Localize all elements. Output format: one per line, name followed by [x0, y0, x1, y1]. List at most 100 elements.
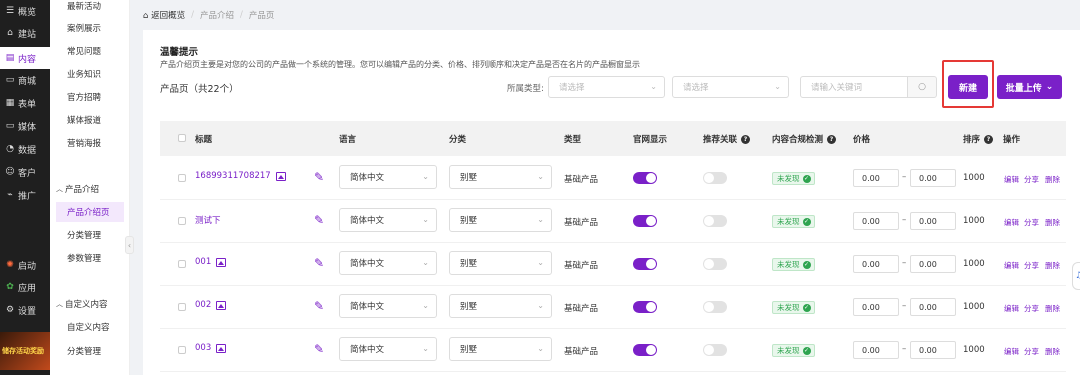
- submenu-item[interactable]: 最新活动: [50, 0, 130, 16]
- floating-support-tab[interactable]: ♫: [1072, 262, 1080, 290]
- submenu-item[interactable]: 常见问题: [50, 41, 130, 61]
- submenu-item[interactable]: 分类管理: [50, 341, 130, 361]
- row-title[interactable]: 003: [195, 343, 227, 353]
- language-select[interactable]: 简体中文 ⌄: [339, 165, 437, 189]
- share-link[interactable]: 分享: [1024, 260, 1039, 271]
- share-link[interactable]: 分享: [1024, 174, 1039, 185]
- row-title[interactable]: 16899311708217: [195, 171, 286, 181]
- recommend-toggle[interactable]: [703, 344, 727, 356]
- row-checkbox[interactable]: [178, 303, 186, 311]
- edit-link[interactable]: 编辑: [1004, 346, 1019, 357]
- category-select[interactable]: 别墅 ⌄: [449, 165, 552, 189]
- type-select-2[interactable]: 请选择 ⌄: [672, 76, 789, 98]
- price-min-input[interactable]: 0.00: [853, 169, 899, 187]
- delete-link[interactable]: 删除: [1045, 260, 1060, 271]
- language-select[interactable]: 简体中文 ⌄: [339, 208, 437, 232]
- promo-banner[interactable]: 储存活动奖励: [0, 332, 50, 370]
- rail-item-apps[interactable]: ✿ 应用: [0, 276, 50, 298]
- submenu-item[interactable]: 案例展示: [50, 18, 130, 38]
- recommend-toggle[interactable]: [703, 301, 727, 313]
- delete-link[interactable]: 删除: [1045, 346, 1060, 357]
- category-select[interactable]: 别墅 ⌄: [449, 208, 552, 232]
- show-toggle[interactable]: [633, 215, 657, 227]
- rail-item-form[interactable]: ▦ 表单: [0, 92, 50, 114]
- image-icon[interactable]: [216, 300, 227, 310]
- show-toggle[interactable]: [633, 301, 657, 313]
- submenu-item[interactable]: 营销海报: [50, 133, 130, 153]
- row-checkbox[interactable]: [178, 217, 186, 225]
- row-title[interactable]: 001: [195, 257, 227, 267]
- rail-item-overview[interactable]: ☰ 概览: [0, 0, 50, 22]
- share-link[interactable]: 分享: [1024, 303, 1039, 314]
- price-max-input[interactable]: 0.00: [910, 169, 956, 187]
- edit-link[interactable]: 编辑: [1004, 217, 1019, 228]
- edit-pencil-icon[interactable]: ✎: [314, 299, 324, 313]
- search-input[interactable]: 请输入关键词: [800, 76, 908, 98]
- rail-item-launch[interactable]: ✺ 启动: [0, 254, 50, 276]
- rail-item-settings[interactable]: ⚙ 设置: [0, 299, 50, 321]
- edit-pencil-icon[interactable]: ✎: [314, 170, 324, 184]
- help-icon[interactable]: ?: [984, 135, 994, 144]
- delete-link[interactable]: 删除: [1045, 217, 1060, 228]
- row-title[interactable]: 测试下: [195, 214, 221, 226]
- price-max-input[interactable]: 0.00: [910, 341, 956, 359]
- rail-item-promote[interactable]: ⌁ 推广: [0, 184, 50, 206]
- price-max-input[interactable]: 0.00: [910, 255, 956, 273]
- price-min-input[interactable]: 0.00: [853, 298, 899, 316]
- breadcrumb-product-intro[interactable]: 产品介绍: [200, 9, 234, 21]
- rail-item-store[interactable]: ▭ 商城: [0, 69, 50, 91]
- show-toggle[interactable]: [633, 344, 657, 356]
- submenu-group-custom[interactable]: ︿ 自定义内容: [50, 294, 130, 314]
- edit-pencil-icon[interactable]: ✎: [314, 213, 324, 227]
- help-icon[interactable]: ?: [827, 135, 837, 144]
- type-select-1[interactable]: 请选择 ⌄: [548, 76, 665, 98]
- submenu-item[interactable]: 分类管理: [50, 225, 130, 245]
- back-overview-link[interactable]: ⌂ 返回概览: [143, 9, 185, 21]
- rail-item-site[interactable]: ⌂ 建站: [0, 22, 50, 44]
- image-icon[interactable]: [216, 257, 227, 267]
- submenu-item[interactable]: 媒体报道: [50, 110, 130, 130]
- submenu-item[interactable]: 自定义内容: [50, 317, 130, 337]
- category-select[interactable]: 别墅 ⌄: [449, 251, 552, 275]
- language-select[interactable]: 简体中文 ⌄: [339, 294, 437, 318]
- image-icon[interactable]: [275, 171, 286, 181]
- image-icon[interactable]: [216, 343, 227, 353]
- delete-link[interactable]: 删除: [1045, 174, 1060, 185]
- batch-upload-button[interactable]: 批量上传 ⌄: [997, 75, 1062, 99]
- show-toggle[interactable]: [633, 172, 657, 184]
- delete-link[interactable]: 删除: [1045, 303, 1060, 314]
- submenu-item-product-page[interactable]: 产品介绍页: [56, 202, 124, 222]
- edit-pencil-icon[interactable]: ✎: [314, 342, 324, 356]
- rail-item-customer[interactable]: ☺ 客户: [0, 161, 50, 183]
- submenu-group-product[interactable]: ︿ 产品介绍: [50, 179, 130, 199]
- edit-pencil-icon[interactable]: ✎: [314, 256, 324, 270]
- select-all-checkbox[interactable]: [178, 134, 186, 142]
- rail-item-media[interactable]: ▭ 媒体: [0, 115, 50, 137]
- price-max-input[interactable]: 0.00: [910, 212, 956, 230]
- recommend-toggle[interactable]: [703, 215, 727, 227]
- submenu-item[interactable]: 业务知识: [50, 64, 130, 84]
- new-button[interactable]: 新建: [948, 75, 988, 99]
- rail-item-data[interactable]: ◔ 数据: [0, 138, 50, 160]
- price-min-input[interactable]: 0.00: [853, 341, 899, 359]
- submenu-item[interactable]: 参数管理: [50, 248, 130, 268]
- row-checkbox[interactable]: [178, 260, 186, 268]
- share-link[interactable]: 分享: [1024, 346, 1039, 357]
- category-select[interactable]: 别墅 ⌄: [449, 294, 552, 318]
- language-select[interactable]: 简体中文 ⌄: [339, 251, 437, 275]
- row-checkbox[interactable]: [178, 174, 186, 182]
- category-select[interactable]: 别墅 ⌄: [449, 337, 552, 361]
- edit-link[interactable]: 编辑: [1004, 174, 1019, 185]
- language-select[interactable]: 简体中文 ⌄: [339, 337, 437, 361]
- price-max-input[interactable]: 0.00: [910, 298, 956, 316]
- row-title[interactable]: 002: [195, 300, 227, 310]
- search-button[interactable]: ○: [907, 76, 937, 98]
- rail-item-content[interactable]: ▤ 内容: [0, 47, 50, 69]
- row-checkbox[interactable]: [178, 346, 186, 354]
- edit-link[interactable]: 编辑: [1004, 260, 1019, 271]
- price-min-input[interactable]: 0.00: [853, 255, 899, 273]
- recommend-toggle[interactable]: [703, 258, 727, 270]
- help-icon[interactable]: ?: [741, 135, 751, 144]
- collapse-sidebar-button[interactable]: ‹: [125, 236, 134, 254]
- submenu-item[interactable]: 官方招聘: [50, 87, 130, 107]
